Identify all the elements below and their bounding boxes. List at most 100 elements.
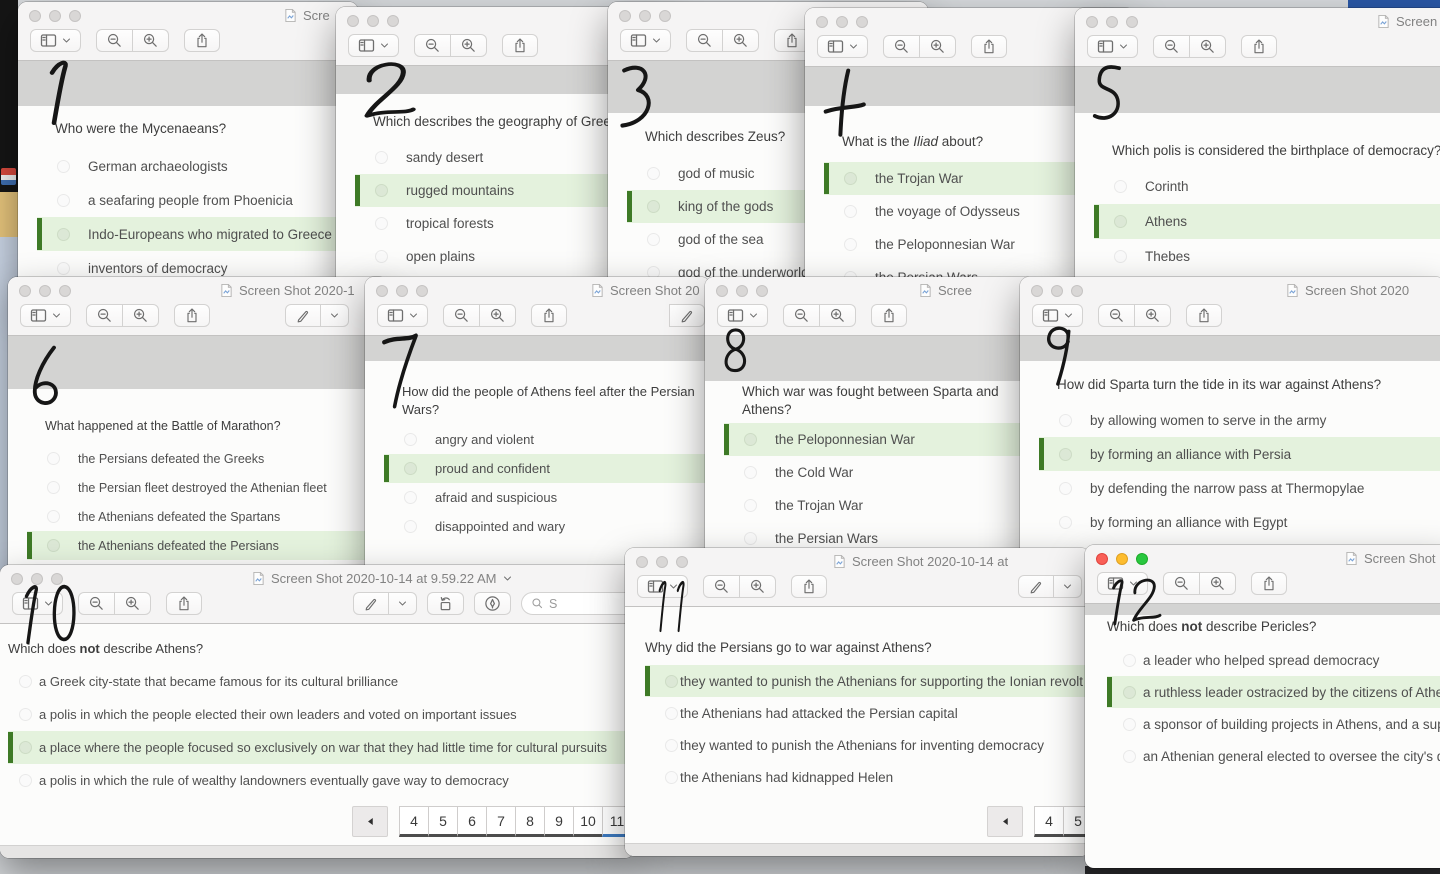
minimize-button[interactable] xyxy=(639,10,651,22)
markup-dropdown-button[interactable] xyxy=(1054,575,1082,598)
zoom-window-button[interactable] xyxy=(756,285,768,297)
radio-selected-icon xyxy=(844,172,857,185)
close-button[interactable] xyxy=(1031,285,1043,297)
zoom-window-button[interactable] xyxy=(1136,553,1148,565)
sidebar-toggle-button[interactable] xyxy=(620,29,671,52)
zoom-out-button[interactable] xyxy=(414,34,451,57)
zoom-out-button[interactable] xyxy=(1163,572,1200,595)
minimize-button[interactable] xyxy=(49,10,61,22)
zoom-out-button[interactable] xyxy=(883,35,920,58)
zoom-window-button[interactable] xyxy=(1071,285,1083,297)
share-button[interactable] xyxy=(791,575,827,598)
zoom-in-button[interactable] xyxy=(723,29,759,52)
share-button[interactable] xyxy=(971,35,1007,58)
close-button[interactable] xyxy=(347,15,359,27)
share-button[interactable] xyxy=(531,304,567,327)
screenshot-gray-banner xyxy=(1020,336,1440,361)
radio-unselected-icon xyxy=(404,491,417,504)
share-button[interactable] xyxy=(1241,35,1277,58)
zoom-out-button[interactable] xyxy=(1098,304,1135,327)
zoom-in-button[interactable] xyxy=(1135,304,1171,327)
zoom-window-button[interactable] xyxy=(856,16,868,28)
close-button[interactable] xyxy=(816,16,828,28)
zoom-window-button[interactable] xyxy=(51,573,63,585)
zoom-window-button[interactable] xyxy=(69,10,81,22)
close-button[interactable] xyxy=(716,285,728,297)
minimize-button[interactable] xyxy=(39,285,51,297)
sidebar-toggle-button[interactable] xyxy=(717,304,768,327)
minimize-button[interactable] xyxy=(656,556,668,568)
zoom-in-button[interactable] xyxy=(820,304,856,327)
share-button[interactable] xyxy=(166,592,202,615)
close-button[interactable] xyxy=(1086,16,1098,28)
zoom-window-button[interactable] xyxy=(659,10,671,22)
sidebar-toggle-button[interactable] xyxy=(348,34,399,57)
share-button[interactable] xyxy=(184,29,220,52)
zoom-out-button[interactable] xyxy=(686,29,723,52)
sidebar-toggle-button[interactable] xyxy=(1087,35,1138,58)
zoom-in-button[interactable] xyxy=(740,575,776,598)
minimize-button[interactable] xyxy=(1106,16,1118,28)
sidebar-toggle-button[interactable] xyxy=(377,304,428,327)
zoom-window-button[interactable] xyxy=(1126,16,1138,28)
share-button[interactable] xyxy=(1251,572,1287,595)
share-button[interactable] xyxy=(1186,304,1222,327)
markup-button[interactable] xyxy=(669,304,705,327)
zoom-window-button[interactable] xyxy=(59,285,71,297)
close-button[interactable] xyxy=(19,285,31,297)
close-button[interactable] xyxy=(1096,553,1108,565)
zoom-out-button[interactable] xyxy=(443,304,480,327)
markup-dropdown-button[interactable] xyxy=(389,592,417,615)
zoom-in-button[interactable] xyxy=(115,592,151,615)
minimize-button[interactable] xyxy=(836,16,848,28)
zoom-in-button[interactable] xyxy=(1190,35,1226,58)
zoom-in-button[interactable] xyxy=(480,304,516,327)
minimize-button[interactable] xyxy=(1116,553,1128,565)
close-button[interactable] xyxy=(11,573,23,585)
radio-selected-icon xyxy=(19,741,32,754)
rotate-button[interactable] xyxy=(427,592,464,615)
zoom-in-button[interactable] xyxy=(133,29,169,52)
sidebar-toggle-button[interactable] xyxy=(817,35,868,58)
answer-option-label: inventors of democracy xyxy=(88,261,228,276)
sidebar-toggle-button[interactable] xyxy=(12,592,63,615)
markup-button[interactable] xyxy=(353,592,389,615)
zoom-out-button[interactable] xyxy=(783,304,820,327)
minimize-button[interactable] xyxy=(736,285,748,297)
markup-button[interactable] xyxy=(285,304,321,327)
search-input[interactable]: S xyxy=(521,592,634,615)
markup-button[interactable] xyxy=(1018,575,1054,598)
share-icon xyxy=(981,38,997,55)
zoom-out-button[interactable] xyxy=(703,575,740,598)
sidebar-toggle-button[interactable] xyxy=(1097,572,1148,595)
zoom-in-button[interactable] xyxy=(1200,572,1236,595)
sidebar-toggle-button[interactable] xyxy=(20,304,71,327)
zoom-out-button[interactable] xyxy=(86,304,123,327)
share-button[interactable] xyxy=(174,304,210,327)
share-button[interactable] xyxy=(502,34,538,57)
zoom-in-button[interactable] xyxy=(920,35,956,58)
chevron-down-icon[interactable] xyxy=(503,574,512,583)
close-button[interactable] xyxy=(376,285,388,297)
zoom-window-button[interactable] xyxy=(676,556,688,568)
close-button[interactable] xyxy=(29,10,41,22)
zoom-in-button[interactable] xyxy=(451,34,487,57)
share-button[interactable] xyxy=(871,304,907,327)
zoom-in-button[interactable] xyxy=(123,304,159,327)
minimize-button[interactable] xyxy=(31,573,43,585)
zoom-window-button[interactable] xyxy=(387,15,399,27)
sidebar-toggle-button[interactable] xyxy=(30,29,81,52)
markup-pen-button[interactable] xyxy=(474,592,511,615)
minimize-button[interactable] xyxy=(1051,285,1063,297)
markup-dropdown-button[interactable] xyxy=(321,304,349,327)
zoom-out-button[interactable] xyxy=(78,592,115,615)
zoom-out-button[interactable] xyxy=(1153,35,1190,58)
minimize-button[interactable] xyxy=(396,285,408,297)
minimize-button[interactable] xyxy=(367,15,379,27)
zoom-out-button[interactable] xyxy=(96,29,133,52)
sidebar-toggle-button[interactable] xyxy=(637,575,688,598)
sidebar-toggle-button[interactable] xyxy=(1032,304,1083,327)
close-button[interactable] xyxy=(619,10,631,22)
zoom-window-button[interactable] xyxy=(416,285,428,297)
close-button[interactable] xyxy=(636,556,648,568)
